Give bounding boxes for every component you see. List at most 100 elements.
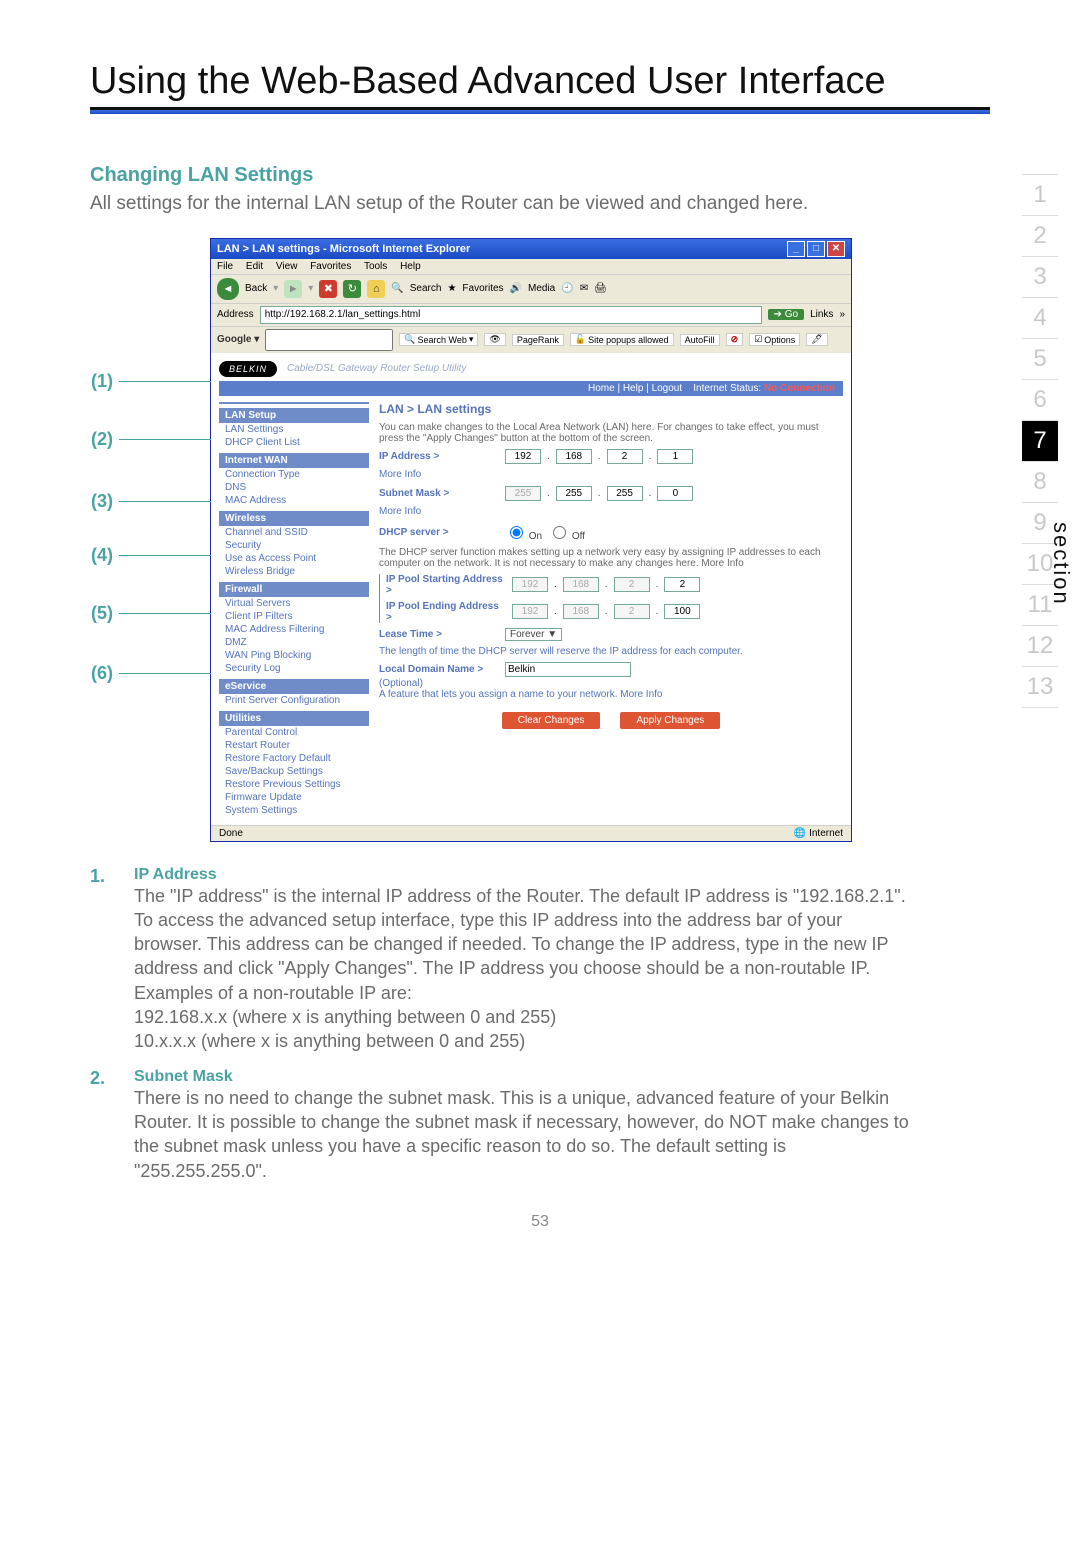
google-options[interactable]: ☑ Options bbox=[749, 333, 800, 346]
go-button[interactable]: ➔ Go bbox=[768, 309, 805, 320]
favorites-label[interactable]: Favorites bbox=[462, 283, 503, 294]
subnet-oct-3[interactable] bbox=[607, 486, 643, 501]
nav-12[interactable]: 12 bbox=[1022, 626, 1058, 667]
callout-6: (6) bbox=[91, 663, 113, 684]
link-connection-type[interactable]: Connection Type bbox=[219, 468, 369, 481]
link-logout[interactable]: Logout bbox=[652, 383, 683, 394]
search-icon[interactable]: 🔍 bbox=[391, 283, 403, 294]
link-save-backup[interactable]: Save/Backup Settings bbox=[219, 765, 369, 778]
link-parental[interactable]: Parental Control bbox=[219, 726, 369, 739]
nav-1[interactable]: 1 bbox=[1022, 174, 1058, 216]
window-title: LAN > LAN settings - Microsoft Internet … bbox=[217, 243, 470, 255]
address-input[interactable] bbox=[260, 306, 762, 324]
media-label[interactable]: Media bbox=[528, 283, 555, 294]
nav-6[interactable]: 6 bbox=[1022, 380, 1058, 421]
statusbar-zone: Internet bbox=[794, 828, 843, 839]
menu-file[interactable]: File bbox=[217, 261, 233, 272]
search-label[interactable]: Search bbox=[410, 283, 442, 294]
pool-end-4[interactable] bbox=[664, 604, 700, 619]
nav-13[interactable]: 13 bbox=[1022, 667, 1058, 708]
link-security-log[interactable]: Security Log bbox=[219, 662, 369, 675]
menubar: File Edit View Favorites Tools Help bbox=[211, 259, 851, 274]
link-security-wireless[interactable]: Security bbox=[219, 539, 369, 552]
subnet-oct-2[interactable] bbox=[556, 486, 592, 501]
nav-8[interactable]: 8 bbox=[1022, 462, 1058, 503]
link-wireless-bridge[interactable]: Wireless Bridge bbox=[219, 565, 369, 578]
back-label[interactable]: Back bbox=[245, 283, 267, 294]
forward-icon[interactable]: ► bbox=[284, 280, 302, 298]
google-popups[interactable]: 🔓 Site popups allowed bbox=[570, 333, 674, 346]
subnet-oct-4[interactable] bbox=[657, 486, 693, 501]
google-blocked-icon[interactable]: ⊘ bbox=[726, 333, 744, 346]
domain-explain: A feature that lets you assign a name to… bbox=[379, 689, 843, 700]
pool-start-4[interactable] bbox=[664, 577, 700, 592]
nav-4[interactable]: 4 bbox=[1022, 298, 1058, 339]
subnet-label: Subnet Mask > bbox=[379, 488, 499, 499]
google-pagerank[interactable]: PageRank bbox=[512, 334, 564, 346]
link-dns[interactable]: DNS bbox=[219, 481, 369, 494]
menu-edit[interactable]: Edit bbox=[246, 261, 263, 272]
clear-changes-button[interactable]: Clear Changes bbox=[502, 712, 601, 729]
history-icon[interactable]: 🕘 bbox=[561, 283, 573, 294]
print-icon[interactable]: 🖨 bbox=[594, 283, 607, 294]
link-dhcp-client-list[interactable]: DHCP Client List bbox=[219, 436, 369, 449]
google-search-input[interactable] bbox=[265, 329, 393, 351]
domain-input[interactable] bbox=[505, 662, 631, 677]
nav-2[interactable]: 2 bbox=[1022, 216, 1058, 257]
dhcp-on[interactable]: On bbox=[505, 523, 542, 542]
link-mac-address[interactable]: MAC Address bbox=[219, 494, 369, 507]
lease-explain: The length of time the DHCP server will … bbox=[379, 646, 843, 657]
link-use-as-ap[interactable]: Use as Access Point bbox=[219, 552, 369, 565]
links-label[interactable]: Links bbox=[810, 309, 833, 320]
link-firmware-update[interactable]: Firmware Update bbox=[219, 791, 369, 804]
minimize-icon[interactable]: _ bbox=[787, 241, 805, 257]
link-virtual-servers[interactable]: Virtual Servers bbox=[219, 597, 369, 610]
link-mac-filtering[interactable]: MAC Address Filtering bbox=[219, 623, 369, 636]
ip-oct-3[interactable] bbox=[607, 449, 643, 464]
nav-7[interactable]: 7 bbox=[1022, 421, 1058, 462]
google-stumble-icon[interactable]: 👁 bbox=[484, 333, 505, 346]
link-help[interactable]: Help bbox=[623, 383, 644, 394]
link-client-ip-filters[interactable]: Client IP Filters bbox=[219, 610, 369, 623]
google-highlight-icon[interactable]: 🖊 bbox=[806, 333, 827, 346]
stop-icon[interactable]: ✖ bbox=[319, 280, 337, 298]
menu-favorites[interactable]: Favorites bbox=[310, 261, 351, 272]
dhcp-off[interactable]: Off bbox=[548, 523, 585, 542]
ip-oct-2[interactable] bbox=[556, 449, 592, 464]
subnet-more-info[interactable]: More Info bbox=[379, 506, 843, 517]
google-autofill[interactable]: AutoFill bbox=[680, 334, 720, 346]
link-print-server[interactable]: Print Server Configuration bbox=[219, 694, 369, 707]
ip-oct-1[interactable] bbox=[505, 449, 541, 464]
internet-status-label: Internet Status: bbox=[693, 383, 761, 394]
favorites-icon[interactable]: ★ bbox=[447, 283, 456, 294]
link-lan-settings[interactable]: LAN Settings bbox=[219, 423, 369, 436]
google-search-web[interactable]: 🔍 Search Web ▾ bbox=[399, 333, 478, 346]
back-icon[interactable]: ◄ bbox=[217, 278, 239, 300]
link-system-settings[interactable]: System Settings bbox=[219, 804, 369, 817]
link-restore-prev[interactable]: Restore Previous Settings bbox=[219, 778, 369, 791]
pool-end-3 bbox=[614, 604, 650, 619]
menu-help[interactable]: Help bbox=[400, 261, 421, 272]
ip-oct-4[interactable] bbox=[657, 449, 693, 464]
router-sidenav: LAN Setup LAN Settings DHCP Client List … bbox=[219, 402, 369, 817]
link-home[interactable]: Home bbox=[588, 383, 615, 394]
ip-more-info[interactable]: More Info bbox=[379, 469, 843, 480]
nav-3[interactable]: 3 bbox=[1022, 257, 1058, 298]
apply-changes-button[interactable]: Apply Changes bbox=[620, 712, 720, 729]
link-channel-ssid[interactable]: Channel and SSID bbox=[219, 526, 369, 539]
link-wan-ping[interactable]: WAN Ping Blocking bbox=[219, 649, 369, 662]
link-restart[interactable]: Restart Router bbox=[219, 739, 369, 752]
callout-4: (4) bbox=[91, 545, 113, 566]
lease-time-select[interactable]: Forever ▼ bbox=[505, 628, 562, 641]
nav-5[interactable]: 5 bbox=[1022, 339, 1058, 380]
menu-tools[interactable]: Tools bbox=[364, 261, 387, 272]
link-dmz[interactable]: DMZ bbox=[219, 636, 369, 649]
mail-icon[interactable]: ✉ bbox=[580, 283, 588, 294]
close-icon[interactable]: ✕ bbox=[827, 241, 845, 257]
link-factory-default[interactable]: Restore Factory Default bbox=[219, 752, 369, 765]
refresh-icon[interactable]: ↻ bbox=[343, 280, 361, 298]
menu-view[interactable]: View bbox=[276, 261, 298, 272]
maximize-icon[interactable]: □ bbox=[807, 241, 825, 257]
media-icon[interactable]: 🔊 bbox=[510, 283, 522, 294]
home-icon[interactable]: ⌂ bbox=[367, 280, 385, 298]
